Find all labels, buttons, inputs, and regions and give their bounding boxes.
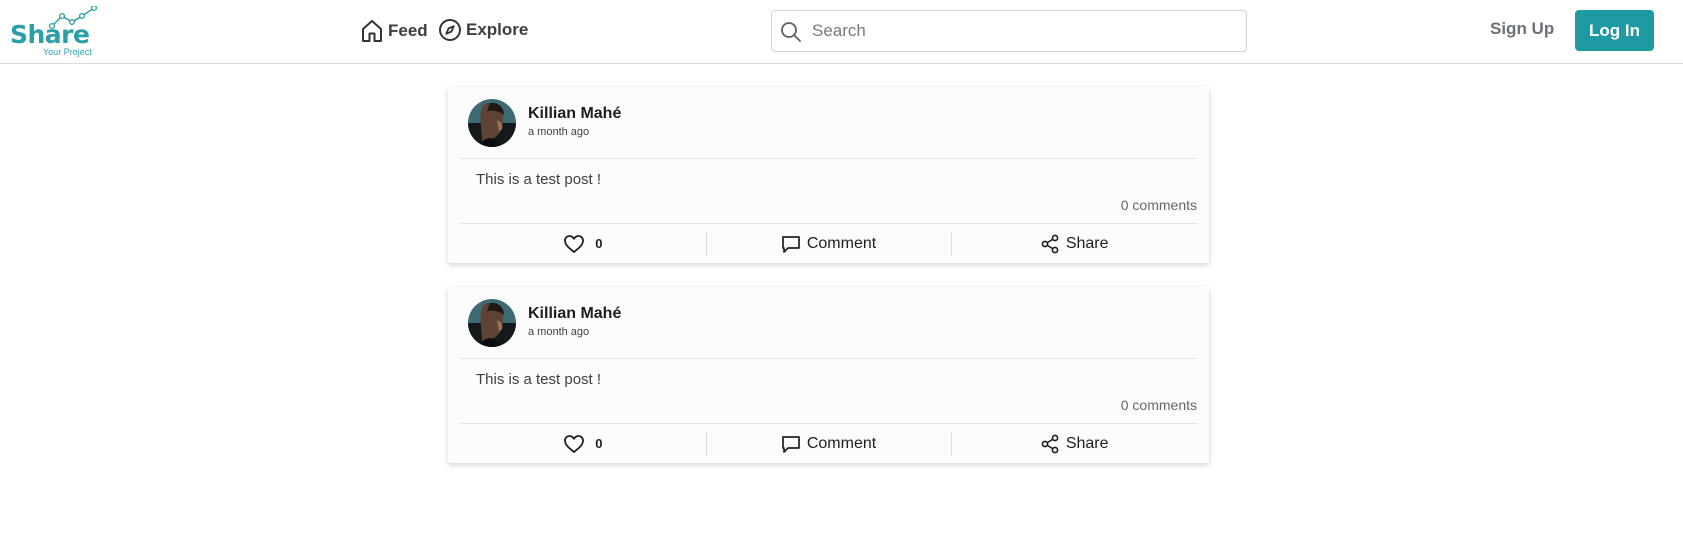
search-icon bbox=[781, 22, 801, 42]
nav-feed-label: Feed bbox=[388, 21, 428, 40]
share-label: Share bbox=[1065, 434, 1109, 452]
comment-count[interactable]: 0 comments bbox=[1121, 397, 1197, 413]
comment-icon bbox=[781, 235, 800, 253]
post-author[interactable]: Killian Mahé bbox=[528, 305, 621, 323]
profile-photo bbox=[468, 99, 516, 147]
home-icon bbox=[362, 20, 382, 42]
nav-explore[interactable]: Explore bbox=[438, 18, 528, 42]
comment-icon bbox=[781, 435, 800, 453]
share-icon bbox=[1041, 434, 1059, 453]
post-content: This is a test post ! bbox=[476, 371, 602, 388]
comment-button[interactable]: Comment bbox=[705, 424, 952, 463]
post-author[interactable]: Killian Mahé bbox=[528, 105, 621, 123]
post-time: a month ago bbox=[528, 326, 590, 338]
search-input[interactable] bbox=[812, 11, 1232, 51]
brand-tagline: Your Project bbox=[43, 47, 92, 57]
search-box bbox=[771, 10, 1247, 52]
heart-icon bbox=[564, 234, 585, 253]
share-button[interactable]: Share bbox=[951, 424, 1197, 463]
post-actions: 0 Comment Share bbox=[460, 424, 1197, 463]
post-card: Killian Mahé a month ago This is a test … bbox=[448, 287, 1209, 463]
profile-photo bbox=[468, 299, 516, 347]
like-button[interactable]: 0 bbox=[460, 224, 706, 263]
divider bbox=[460, 158, 1197, 159]
top-navbar: Share Your Project Feed Explore Sign Up … bbox=[0, 0, 1683, 64]
comment-label: Comment bbox=[806, 234, 877, 252]
sign-up-button[interactable]: Sign Up bbox=[1490, 19, 1554, 39]
share-button[interactable]: Share bbox=[951, 224, 1197, 263]
avatar[interactable] bbox=[468, 99, 516, 147]
compass-icon bbox=[439, 19, 461, 41]
share-icon bbox=[1041, 234, 1059, 253]
divider bbox=[460, 358, 1197, 359]
brand-name: Share bbox=[10, 20, 90, 49]
log-in-button[interactable]: Log In bbox=[1575, 10, 1654, 51]
post-actions: 0 Comment Share bbox=[460, 224, 1197, 263]
nav-feed[interactable]: Feed bbox=[360, 18, 428, 44]
post-time: a month ago bbox=[528, 126, 590, 138]
avatar[interactable] bbox=[468, 299, 516, 347]
like-button[interactable]: 0 bbox=[460, 424, 706, 463]
like-count: 0 bbox=[595, 436, 603, 451]
comment-count[interactable]: 0 comments bbox=[1121, 197, 1197, 213]
comment-label: Comment bbox=[806, 434, 877, 452]
nav-explore-label: Explore bbox=[466, 20, 529, 39]
post-card: Killian Mahé a month ago This is a test … bbox=[448, 87, 1209, 263]
like-count: 0 bbox=[595, 236, 603, 251]
share-label: Share bbox=[1065, 234, 1109, 252]
heart-icon bbox=[564, 434, 585, 453]
post-content: This is a test post ! bbox=[476, 171, 602, 188]
share-logo[interactable]: Share Your Project bbox=[10, 6, 106, 58]
comment-button[interactable]: Comment bbox=[705, 224, 952, 263]
